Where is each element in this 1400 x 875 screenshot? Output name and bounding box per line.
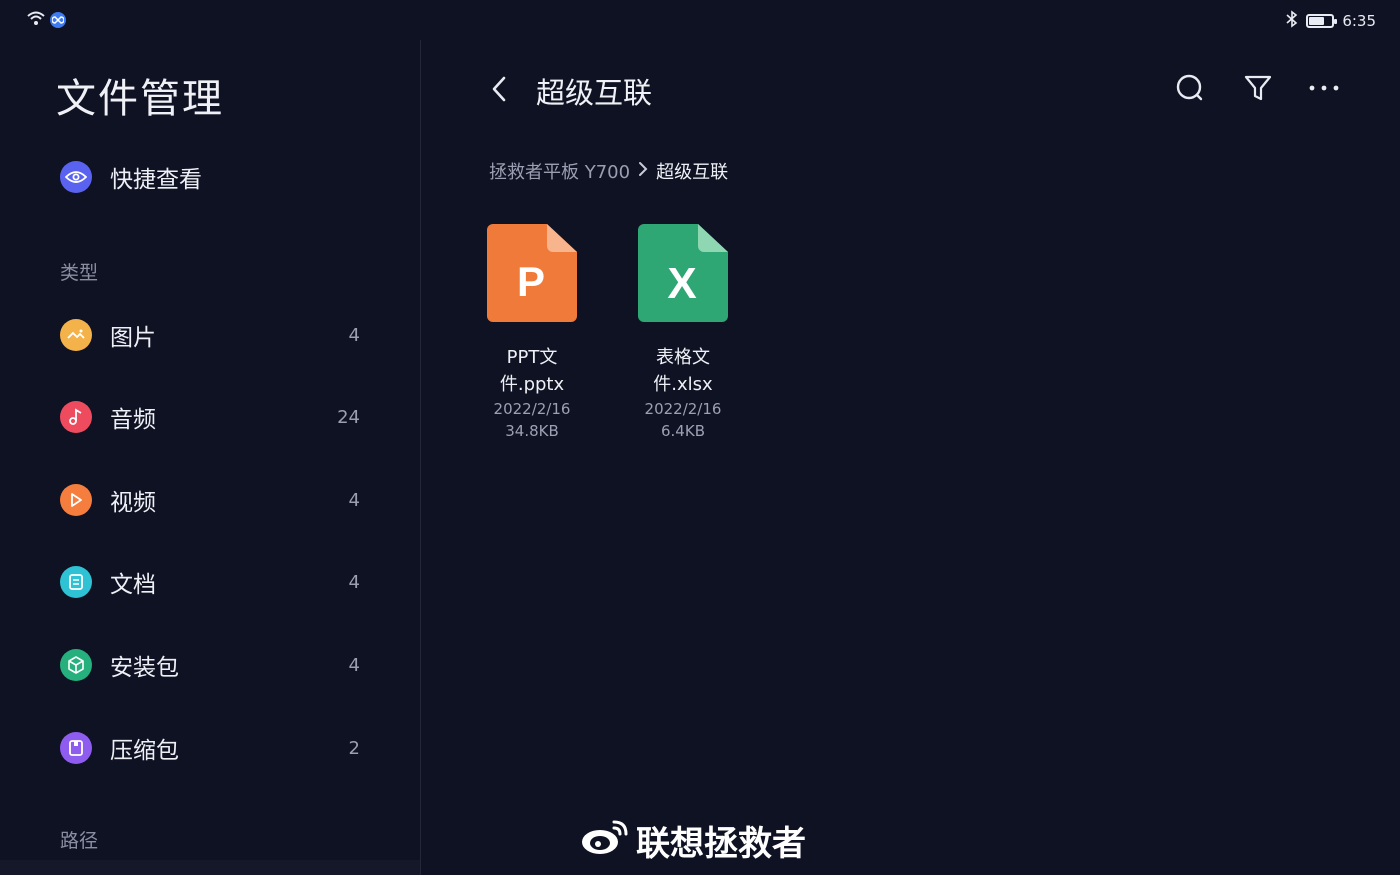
search-icon [1176,74,1203,101]
file-tile-xlsx[interactable]: X 表格文 件.xlsx 2022/2/16 6.4KB [613,224,753,442]
sidebar-item-label: 图片 [110,325,156,351]
sidebar-item-label: 压缩包 [110,738,179,764]
status-left [26,10,66,30]
sidebar-item-count: 24 [337,406,360,428]
play-icon [60,484,92,516]
file-manager-screen: 6:35 文件管理 快捷查看 类型 图片 4 音频 24 视频 4 文档 4 安… [0,0,1400,875]
file-size: 34.8KB [505,422,559,440]
breadcrumb: 拯救者平板 Y700 超级互联 [489,158,728,184]
sidebar: 文件管理 快捷查看 类型 图片 4 音频 24 视频 4 文档 4 安装包 4 … [0,40,420,875]
watermark-text: 联想拯救者 [636,824,806,864]
battery-level [1309,17,1325,25]
battery-icon [1306,14,1338,28]
pptx-file-icon: P [487,224,577,322]
clock: 6:35 [1342,12,1376,30]
file-date: 2022/2/16 [644,400,722,418]
file-name: 表格文 件.xlsx [613,344,753,398]
file-name-line: 表格文 [656,347,710,368]
types-header: 类型 [60,262,99,284]
file-date: 2022/2/16 [493,400,571,418]
file-tile-pptx[interactable]: P PPT文 件.pptx 2022/2/16 34.8KB [462,224,602,442]
file-name-line: 件.xlsx [653,374,713,395]
back-button[interactable] [486,72,514,106]
sidebar-item-archives[interactable]: 压缩包 2 [60,728,360,768]
more-icon [1309,85,1339,91]
weibo-icon [580,816,630,865]
file-type-letter: P [517,258,545,305]
sidebar-item-label: 音频 [110,407,156,433]
filter-icon [1244,75,1272,101]
package-icon [60,649,92,681]
sidebar-item-images[interactable]: 图片 4 [60,315,360,355]
quick-view-item[interactable]: 快捷查看 [60,160,202,194]
file-name-line: 件.pptx [499,374,565,395]
sidebar-item-count: 4 [348,324,360,346]
sidebar-item-audio[interactable]: 音频 24 [60,397,360,437]
sidebar-item-label: 安装包 [110,655,179,681]
xlsx-file-icon: X [638,224,728,322]
path-header: 路径 [60,830,99,852]
file-type-letter: X [667,259,696,308]
bluetooth-icon [1286,10,1298,32]
sidebar-item-label: 视频 [110,490,156,516]
sidebar-item-count: 4 [348,489,360,511]
sidebar-item-count: 4 [348,654,360,676]
breadcrumb-current: 超级互联 [656,162,729,183]
document-icon [60,566,92,598]
image-icon [60,319,92,351]
status-bar: 6:35 [0,0,1400,40]
sidebar-item-label: 文档 [110,572,156,598]
quick-view-label: 快捷查看 [110,167,202,193]
sidebar-item-documents[interactable]: 文档 4 [60,562,360,602]
page-title: 超级互联 [536,76,653,110]
more-button[interactable] [1306,70,1342,106]
file-name: PPT文 件.pptx [462,344,602,398]
sidebar-item-count: 2 [348,737,360,759]
file-size: 6.4KB [661,422,705,440]
main-header: 超级互联 [480,64,1360,114]
sidebar-item-video[interactable]: 视频 4 [60,480,360,520]
sidebar-item-packages[interactable]: 安装包 4 [60,645,360,685]
pane-divider [420,40,421,875]
status-right: 6:35 [1286,10,1376,32]
eye-icon [60,161,92,193]
sidebar-path-item[interactable] [0,860,420,875]
chevron-left-icon [492,76,506,102]
archive-icon [60,732,92,764]
app-title: 文件管理 [56,76,224,122]
watermark: 联想拯救者 [580,816,806,865]
music-note-icon [60,401,92,433]
filter-button[interactable] [1240,70,1276,106]
breadcrumb-root[interactable]: 拯救者平板 Y700 [489,158,630,184]
file-name-line: PPT文 [506,347,558,368]
sidebar-item-count: 4 [348,571,360,593]
chevron-right-icon [638,161,648,182]
search-button[interactable] [1172,70,1208,106]
infinity-icon [50,12,66,28]
wifi-icon [26,10,46,30]
